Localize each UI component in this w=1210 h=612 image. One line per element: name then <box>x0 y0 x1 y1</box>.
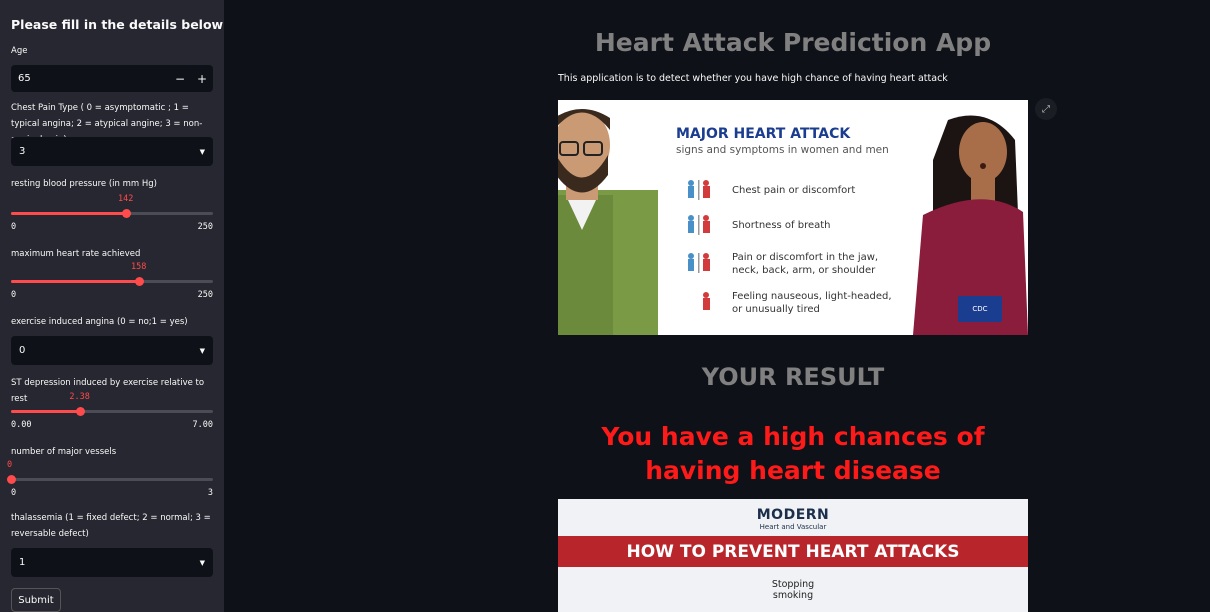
vessels-label: number of major vessels <box>11 447 117 457</box>
result-heading: YOUR RESULT <box>701 363 885 391</box>
heart-attack-symptoms-image: MAJOR HEART ATTACK signs and symptoms in… <box>558 100 1028 335</box>
prevention-image: MODERN Heart and Vascular HOW TO PREVENT… <box>558 499 1028 612</box>
chest-pain-select[interactable]: 3 ▼ <box>11 137 213 166</box>
st-depression-label: ST depression induced by exercise relati… <box>11 378 205 404</box>
symptoms-subtitle: signs and symptoms in women and men <box>676 144 889 156</box>
slider-thumb[interactable] <box>121 209 131 218</box>
slider-min: 0 <box>11 290 17 300</box>
slider-thumb[interactable] <box>134 277 144 286</box>
angina-label: exercise induced angina (0 = no;1 = yes) <box>11 317 188 327</box>
symptom-item: Feeling nauseous, light-headed, or unusu… <box>732 291 892 315</box>
man-woman-icon <box>688 215 710 235</box>
slider-min: 0 <box>11 488 17 498</box>
main-content: Heart Attack Prediction App This applica… <box>224 0 1210 612</box>
symptoms-title: MAJOR HEART ATTACK <box>676 126 851 142</box>
sidebar: Please fill in the details below Age 65 … <box>0 0 224 612</box>
slider-max: 7.00 <box>192 420 213 430</box>
chevron-down-icon: ▼ <box>199 346 205 355</box>
page-title: Heart Attack Prediction App <box>594 28 992 57</box>
blood-pressure-label: resting blood pressure (in mm Hg) <box>11 179 157 189</box>
expand-icon[interactable]: ⤢ <box>1035 98 1057 120</box>
man-woman-icon <box>688 253 710 273</box>
angina-select[interactable]: 0 ▼ <box>11 336 213 365</box>
slider-fill <box>11 410 80 413</box>
thalassemia-select[interactable]: 1 ▼ <box>11 548 213 577</box>
slider-max: 3 <box>207 488 213 498</box>
age-value[interactable]: 65 <box>11 73 169 84</box>
chevron-down-icon: ▼ <box>199 147 205 156</box>
slider-min: 0.00 <box>11 420 32 430</box>
prevention-banner: HOW TO PREVENT HEART ATTACKS <box>558 536 1028 567</box>
symptom-item: Pain or discomfort in the jaw, neck, bac… <box>732 252 879 276</box>
modern-logo: MODERN <box>756 507 830 523</box>
submit-button[interactable]: Submit <box>11 588 61 612</box>
woman-icon <box>703 292 710 310</box>
slider-track <box>11 478 213 481</box>
slider-fill <box>11 280 139 283</box>
app-description: This application is to detect whether yo… <box>558 73 948 84</box>
symptom-item: Shortness of breath <box>732 220 831 231</box>
heart-rate-label: maximum heart rate achieved <box>11 249 141 259</box>
age-number-input[interactable]: 65 − + <box>11 65 213 92</box>
thalassemia-value: 1 <box>19 557 26 568</box>
angina-value: 0 <box>19 345 26 356</box>
slider-fill <box>11 212 126 215</box>
symptom-item: Chest pain or discomfort <box>732 185 856 196</box>
chest-pain-value: 3 <box>19 146 26 157</box>
increment-button[interactable]: + <box>191 72 213 86</box>
slider-thumb[interactable] <box>7 475 16 484</box>
slider-current-value: 0 <box>7 460 13 470</box>
slider-current-value: 142 <box>118 194 134 204</box>
man-woman-icon <box>688 180 710 200</box>
slider-max: 250 <box>197 290 213 300</box>
slider-current-value: 2.38 <box>69 392 90 402</box>
slider-thumb[interactable] <box>75 407 85 416</box>
slider-min: 0 <box>11 222 17 232</box>
thalassemia-label: thalassemia (1 = fixed defect; 2 = norma… <box>11 513 211 539</box>
slider-max: 250 <box>197 222 213 232</box>
decrement-button[interactable]: − <box>169 72 191 86</box>
modern-logo-sub: Heart and Vascular <box>759 523 827 531</box>
cdc-badge: CDC <box>958 296 1002 322</box>
sidebar-title: Please fill in the details below <box>11 17 224 32</box>
man-illustration <box>558 109 658 335</box>
slider-current-value: 158 <box>130 262 147 272</box>
prevention-tip: Stopping smoking <box>771 579 815 601</box>
result-text: You have a high chances of having heart … <box>601 422 985 485</box>
chevron-down-icon: ▼ <box>199 558 205 567</box>
age-label: Age <box>11 46 28 56</box>
